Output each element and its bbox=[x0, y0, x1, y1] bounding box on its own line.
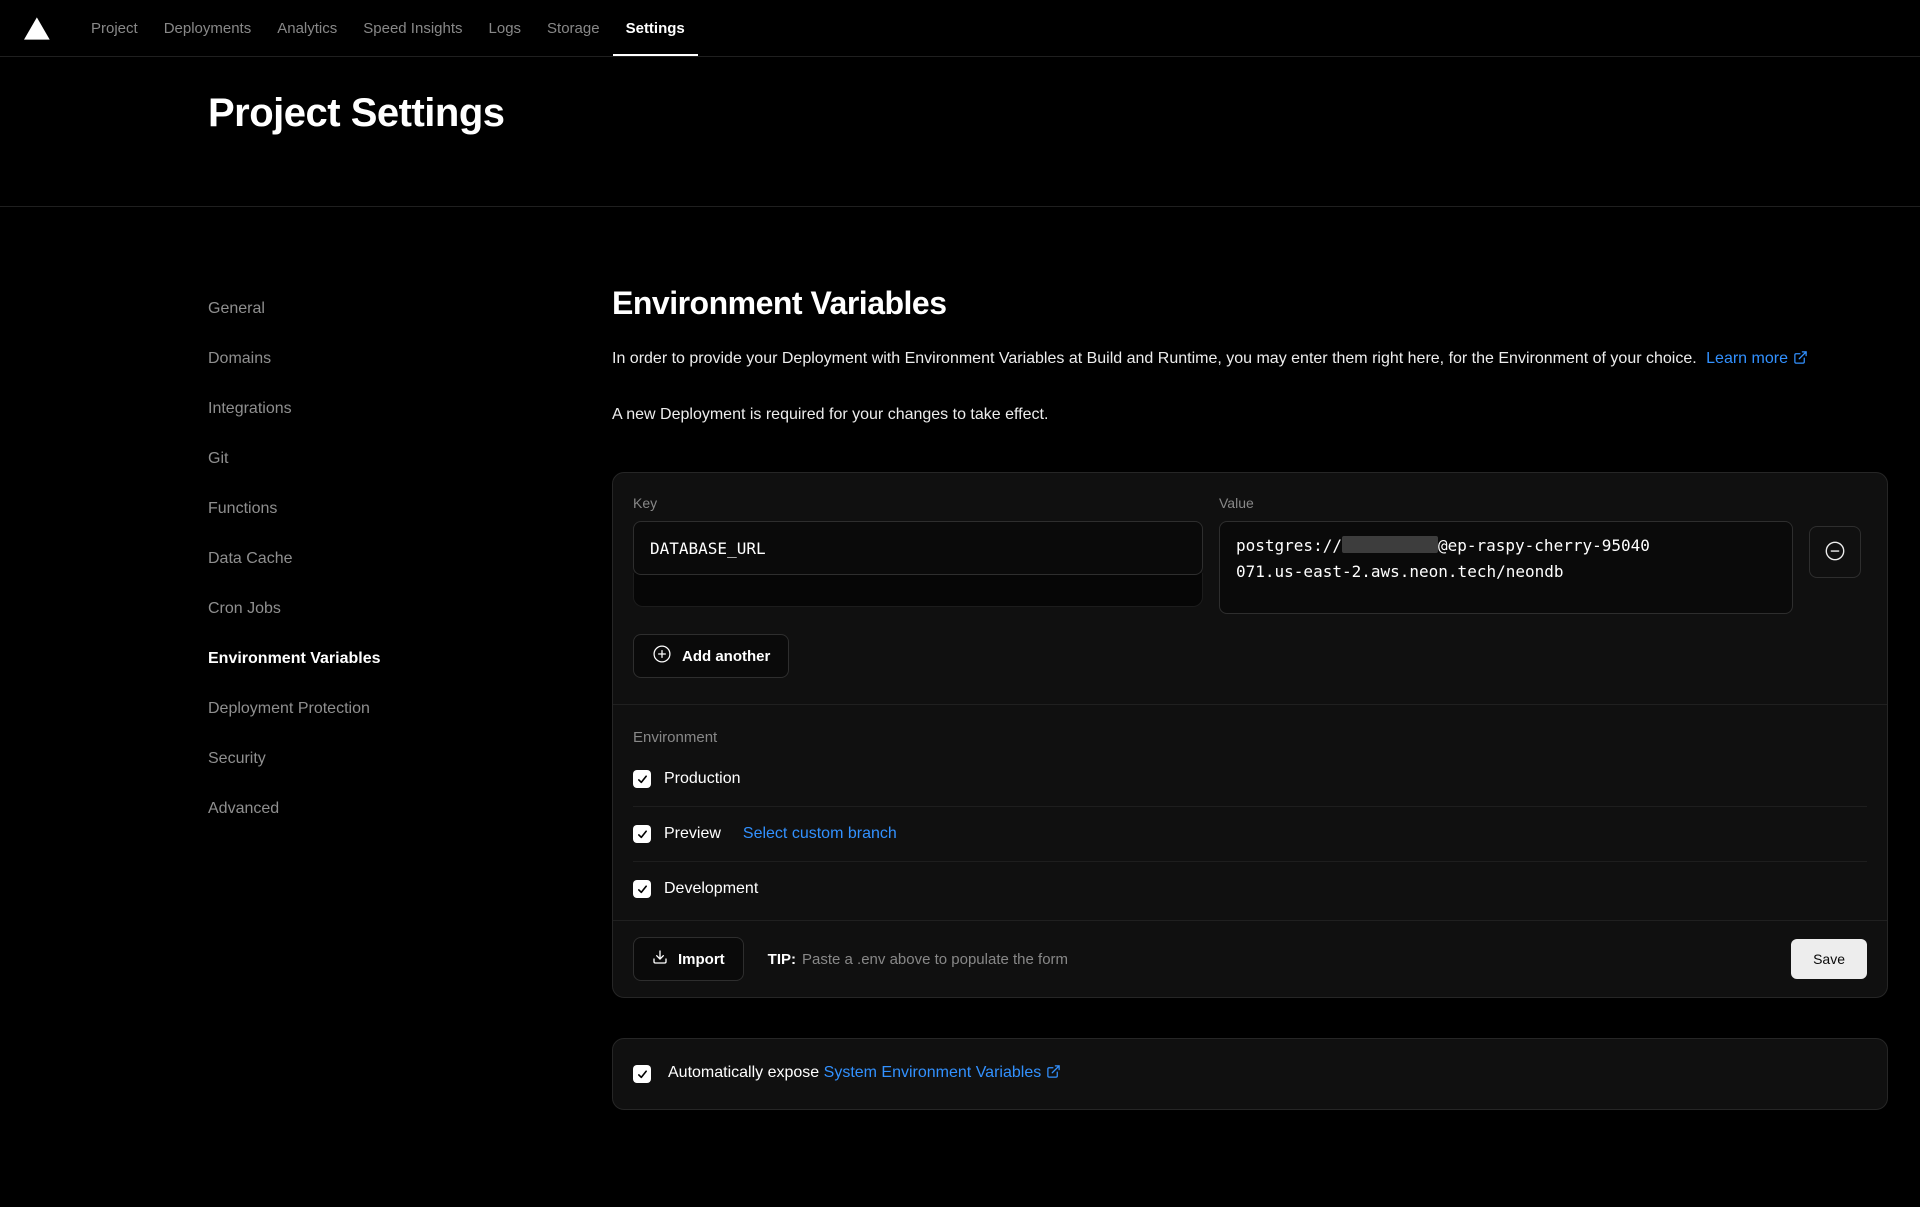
nav-tab-deployments[interactable]: Deployments bbox=[151, 0, 265, 56]
nav-tab-project[interactable]: Project bbox=[78, 0, 151, 56]
section-description: In order to provide your Deployment with… bbox=[612, 346, 1888, 374]
save-button[interactable]: Save bbox=[1791, 939, 1867, 979]
environment-label: Environment bbox=[633, 729, 1867, 746]
value-suffix: @ep-raspy-cherry-95040 bbox=[1438, 536, 1650, 555]
environment-section: Environment Production Preview Select cu… bbox=[613, 704, 1887, 920]
redacted-credentials bbox=[1342, 536, 1438, 553]
sidebar-item-general[interactable]: General bbox=[208, 297, 265, 321]
deployment-note: A new Deployment is required for your ch… bbox=[612, 402, 1888, 428]
auto-expose-label: Automatically expose bbox=[668, 1064, 819, 1081]
sidebar-item-deployment-protection[interactable]: Deployment Protection bbox=[208, 697, 370, 721]
learn-more-label: Learn more bbox=[1706, 350, 1788, 367]
key-input[interactable]: DATABASE_URL bbox=[633, 521, 1203, 575]
plus-circle-icon bbox=[652, 644, 672, 668]
sidebar-item-domains[interactable]: Domains bbox=[208, 347, 271, 371]
sidebar-item-data-cache[interactable]: Data Cache bbox=[208, 547, 293, 571]
value-label: Value bbox=[1219, 495, 1793, 511]
settings-sidebar: General Domains Integrations Git Functio… bbox=[208, 285, 612, 1110]
page-header: Project Settings bbox=[0, 57, 1920, 207]
env-row-development: Development bbox=[633, 862, 1867, 916]
section-title: Environment Variables bbox=[612, 285, 1888, 322]
sidebar-item-security[interactable]: Security bbox=[208, 747, 266, 771]
env-name-development: Development bbox=[664, 880, 758, 898]
nav-tab-settings[interactable]: Settings bbox=[613, 0, 698, 56]
value-line-2: 071.us-east-2.aws.neon.tech/neondb bbox=[1236, 559, 1776, 585]
import-button[interactable]: Import bbox=[633, 937, 744, 981]
nav-tab-speed-insights[interactable]: Speed Insights bbox=[350, 0, 475, 56]
system-env-vars-label: System Environment Variables bbox=[824, 1064, 1042, 1081]
minus-circle-icon bbox=[1824, 540, 1846, 565]
sidebar-item-environment-variables[interactable]: Environment Variables bbox=[208, 647, 381, 671]
value-input[interactable]: postgres:// @ep-raspy-cherry-95040 071.us… bbox=[1219, 521, 1793, 614]
nav-tabs: Project Deployments Analytics Speed Insi… bbox=[78, 0, 698, 56]
sidebar-item-integrations[interactable]: Integrations bbox=[208, 397, 292, 421]
key-label: Key bbox=[633, 495, 1203, 511]
production-checkbox[interactable] bbox=[633, 770, 651, 788]
main-panel: Environment Variables In order to provid… bbox=[612, 285, 1888, 1110]
value-prefix: postgres:// bbox=[1236, 536, 1342, 555]
value-line-1: postgres:// @ep-raspy-cherry-95040 bbox=[1236, 533, 1776, 559]
sidebar-item-advanced[interactable]: Advanced bbox=[208, 797, 279, 821]
description-text: In order to provide your Deployment with… bbox=[612, 350, 1697, 367]
nav-tab-logs[interactable]: Logs bbox=[476, 0, 535, 56]
key-value-section: Key DATABASE_URL Value postgres:// @ep-ra… bbox=[613, 473, 1887, 704]
learn-more-link[interactable]: Learn more bbox=[1706, 350, 1808, 367]
vercel-logo-icon[interactable] bbox=[24, 17, 54, 40]
development-checkbox[interactable] bbox=[633, 880, 651, 898]
auto-expose-checkbox[interactable] bbox=[633, 1065, 651, 1083]
env-row-preview: Preview Select custom branch bbox=[633, 807, 1867, 862]
env-row-production: Production bbox=[633, 752, 1867, 807]
sidebar-item-git[interactable]: Git bbox=[208, 447, 228, 471]
page-title: Project Settings bbox=[208, 91, 1920, 136]
env-name-preview: Preview bbox=[664, 825, 721, 843]
card-footer: Import TIP: Paste a .env above to populat… bbox=[613, 920, 1887, 997]
tip-label: TIP: bbox=[768, 951, 796, 968]
add-another-label: Add another bbox=[682, 648, 770, 665]
add-another-button[interactable]: Add another bbox=[633, 634, 789, 678]
external-link-icon bbox=[1793, 348, 1808, 374]
external-link-icon bbox=[1046, 1064, 1061, 1084]
system-env-card: Automatically expose System Environment … bbox=[612, 1038, 1888, 1110]
sidebar-item-cron-jobs[interactable]: Cron Jobs bbox=[208, 597, 281, 621]
tip-body: Paste a .env above to populate the form bbox=[802, 951, 1068, 968]
content: General Domains Integrations Git Functio… bbox=[0, 207, 1920, 1110]
env-vars-card: Key DATABASE_URL Value postgres:// @ep-ra… bbox=[612, 472, 1888, 998]
download-icon bbox=[652, 949, 668, 969]
env-name-production: Production bbox=[664, 770, 741, 788]
nav-tab-storage[interactable]: Storage bbox=[534, 0, 613, 56]
select-custom-branch-link[interactable]: Select custom branch bbox=[743, 825, 897, 843]
system-env-vars-link[interactable]: System Environment Variables bbox=[824, 1064, 1062, 1081]
key-input-extension bbox=[633, 573, 1203, 607]
tip-text: TIP: Paste a .env above to populate the f… bbox=[768, 951, 1068, 968]
preview-checkbox[interactable] bbox=[633, 825, 651, 843]
top-nav: Project Deployments Analytics Speed Insi… bbox=[0, 0, 1920, 57]
nav-tab-analytics[interactable]: Analytics bbox=[264, 0, 350, 56]
auto-expose-text: Automatically expose System Environment … bbox=[668, 1064, 1061, 1084]
import-label: Import bbox=[678, 951, 725, 968]
sidebar-item-functions[interactable]: Functions bbox=[208, 497, 277, 521]
remove-row-button[interactable] bbox=[1809, 526, 1861, 578]
